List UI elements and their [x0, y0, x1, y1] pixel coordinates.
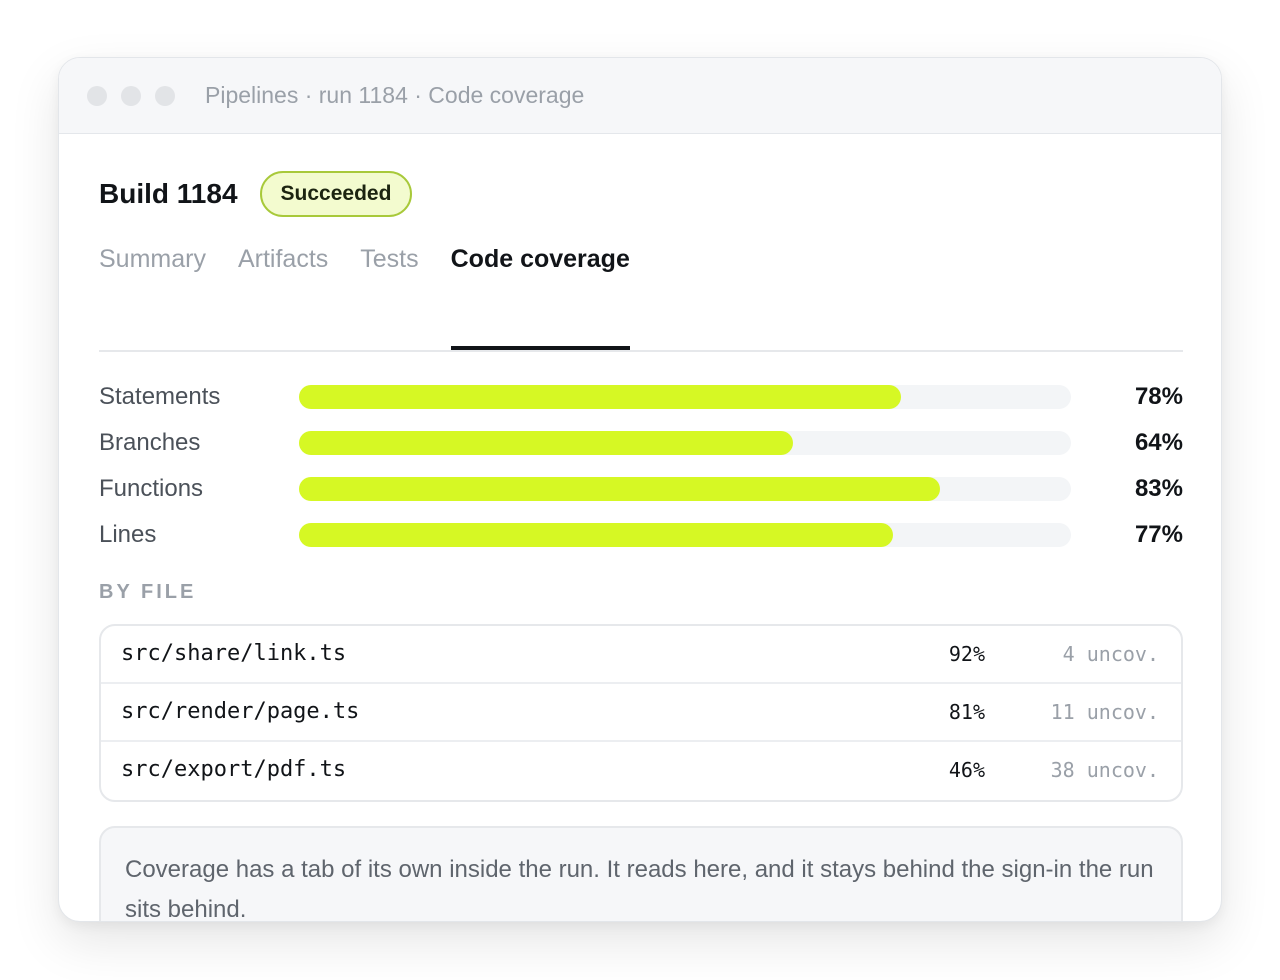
metric-row-branches: Branches 64% — [99, 427, 1183, 473]
tab-code-coverage[interactable]: Code coverage — [450, 240, 630, 350]
metric-percent: 83% — [1134, 475, 1183, 502]
metric-row-functions: Functions 83% — [99, 473, 1183, 519]
page-title: Build 1184 — [99, 178, 238, 209]
status-badge: Succeeded — [259, 171, 413, 217]
tab-bar: Summary Artifacts Tests Code coverage — [99, 240, 1183, 352]
progress-track — [299, 523, 1071, 547]
file-path[interactable]: src/export/pdf.ts — [121, 757, 346, 782]
title-bar: Pipelines · run 1184 · Code coverage — [59, 58, 1221, 134]
file-path[interactable]: src/share/link.ts — [121, 641, 346, 666]
tab-artifacts[interactable]: Artifacts — [238, 240, 328, 350]
file-coverage-percent: 46% — [948, 758, 985, 782]
tab-tests[interactable]: Tests — [360, 240, 418, 350]
table-row[interactable]: src/render/page.ts 81% 11 uncov. — [101, 684, 1181, 742]
progress-fill — [299, 477, 940, 501]
file-coverage-percent: 92% — [948, 642, 985, 666]
breadcrumb: Pipelines · run 1184 · Code coverage — [205, 82, 585, 108]
metric-label: Branches — [99, 429, 201, 456]
file-uncovered-count: 38 uncov. — [1050, 758, 1159, 782]
window-zoom-control[interactable] — [155, 85, 175, 106]
metric-percent: 78% — [1134, 383, 1183, 410]
file-coverage-table: src/share/link.ts 92% 4 uncov. src/rende… — [99, 624, 1183, 802]
progress-fill — [299, 431, 794, 455]
window-minimize-control[interactable] — [121, 85, 141, 106]
metric-row-statements: Statements 78% — [99, 381, 1183, 427]
by-file-heading: BY FILE — [99, 581, 197, 603]
file-coverage-percent: 81% — [948, 700, 985, 724]
progress-fill — [299, 385, 902, 409]
window-close-control[interactable] — [87, 85, 107, 106]
metric-label: Statements — [99, 383, 221, 410]
progress-track — [299, 431, 1071, 455]
metric-row-lines: Lines 77% — [99, 519, 1183, 565]
progress-track — [299, 385, 1071, 409]
file-path[interactable]: src/render/page.ts — [121, 699, 359, 724]
info-note: Coverage has a tab of its own inside the… — [99, 826, 1183, 921]
progress-track — [299, 477, 1071, 501]
table-row[interactable]: src/export/pdf.ts 46% 38 uncov. — [101, 742, 1181, 800]
coverage-metrics: Statements 78% Branches 64% Functions 83… — [99, 381, 1183, 565]
table-row[interactable]: src/share/link.ts 92% 4 uncov. — [101, 626, 1181, 684]
build-header: Build 1184 Succeeded — [99, 171, 413, 217]
metric-label: Lines — [99, 521, 157, 548]
file-uncovered-count: 11 uncov. — [1050, 700, 1159, 724]
metric-percent: 77% — [1134, 521, 1183, 548]
tab-summary[interactable]: Summary — [99, 240, 206, 350]
progress-fill — [299, 523, 894, 547]
app-window: Pipelines · run 1184 · Code coverage Bui… — [58, 57, 1222, 922]
metric-label: Functions — [99, 475, 204, 502]
file-uncovered-count: 4 uncov. — [1062, 642, 1159, 666]
metric-percent: 64% — [1134, 429, 1183, 456]
